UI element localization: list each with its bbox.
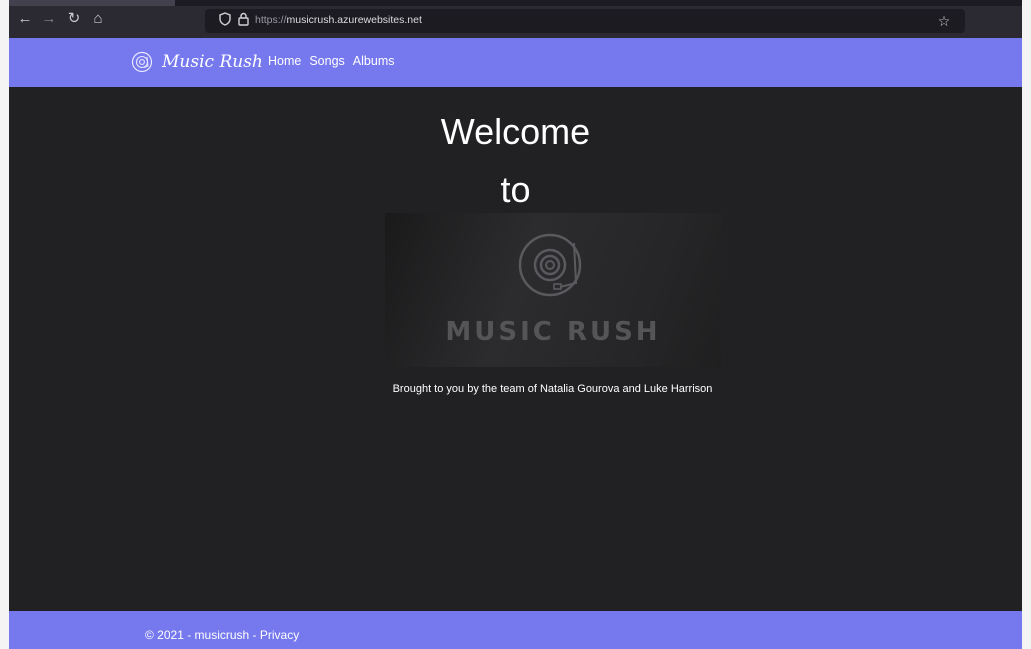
brand-name: Music Rush (162, 52, 263, 72)
credits-text: Brought to you by the team of Natalia Go… (392, 383, 713, 395)
shield-icon[interactable] (217, 12, 233, 30)
site-footer: © 2021 - musicrush - Privacy (9, 611, 1022, 649)
browser-toolbar: ← → ↻ ⌂ https://musicrush.azurewebsites.… (9, 0, 1022, 38)
vinyl-logo-icon (131, 51, 153, 73)
lock-icon[interactable] (235, 12, 251, 30)
url-protocol: https:// (255, 14, 287, 26)
privacy-link[interactable]: Privacy (260, 628, 299, 642)
window-edge-right (1022, 0, 1031, 649)
address-bar[interactable]: https://musicrush.azurewebsites.net ☆ (205, 9, 965, 33)
url-text[interactable]: https://musicrush.azurewebsites.net (255, 14, 422, 26)
turntable-logo-icon (518, 233, 582, 297)
tab-strip (9, 0, 1022, 6)
copyright-text: © 2021 - musicrush - (145, 628, 260, 642)
welcome-subheading: to (500, 169, 531, 210)
banner-title: MUSIC RUSH (445, 317, 661, 347)
back-icon[interactable]: ← (16, 10, 34, 28)
site-navbar: Music Rush Home Songs Albums (9, 38, 1022, 87)
nav-link-albums[interactable]: Albums (353, 54, 395, 68)
forward-icon[interactable]: → (40, 10, 58, 28)
welcome-heading: Welcome (440, 111, 591, 152)
url-host: musicrush.azurewebsites.net (286, 14, 422, 26)
brand-link[interactable]: Music Rush (131, 50, 263, 74)
nav-link-songs[interactable]: Songs (309, 54, 344, 68)
main-content: Welcome to MUSIC RUSH Brought to you by … (9, 87, 1022, 611)
music-rush-banner: MUSIC RUSH (385, 213, 721, 367)
window-edge-left (0, 0, 9, 649)
active-tab[interactable] (9, 0, 175, 6)
nav-link-home[interactable]: Home (268, 54, 301, 68)
home-icon[interactable]: ⌂ (89, 10, 107, 28)
nav-links: Home Songs Albums (268, 54, 394, 68)
reload-icon[interactable]: ↻ (65, 10, 83, 28)
bookmark-star-icon[interactable]: ☆ (935, 12, 953, 30)
browser-window: ← → ↻ ⌂ https://musicrush.azurewebsites.… (0, 0, 1031, 649)
footer-text: © 2021 - musicrush - Privacy (145, 628, 299, 642)
